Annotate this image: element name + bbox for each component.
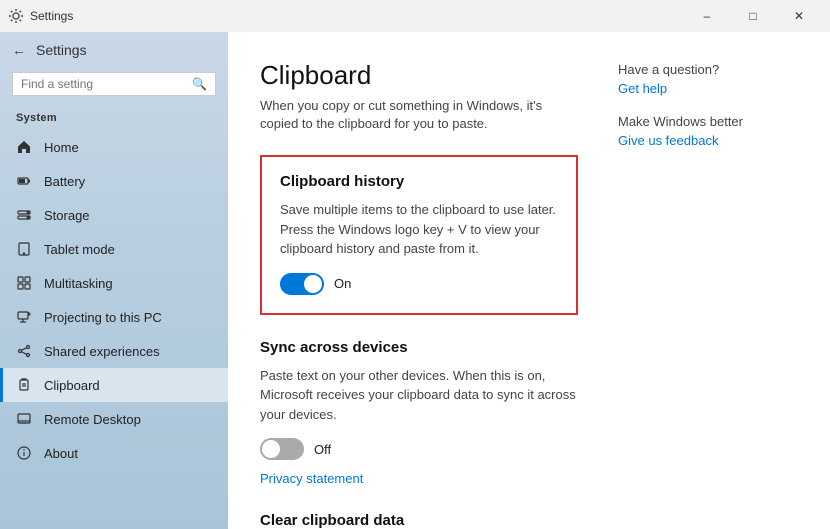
sidebar-item-shared[interactable]: Shared experiences bbox=[0, 334, 228, 368]
sidebar-item-tablet[interactable]: Tablet mode bbox=[0, 232, 228, 266]
sidebar-item-home-label: Home bbox=[44, 140, 79, 155]
history-toggle-label: On bbox=[334, 276, 351, 291]
content-main: Clipboard When you copy or cut something… bbox=[260, 60, 578, 509]
sidebar-item-home[interactable]: Home bbox=[0, 130, 228, 164]
sidebar: ← Settings 🔍 System Home Battery bbox=[0, 32, 228, 529]
content-sidebar: Have a question? Get help Make Windows b… bbox=[618, 60, 798, 509]
remote-icon bbox=[16, 411, 32, 427]
sidebar-back-button[interactable]: ← Settings bbox=[0, 32, 228, 68]
sync-desc: Paste text on your other devices. When t… bbox=[260, 366, 578, 425]
sync-toggle-label: Off bbox=[314, 442, 331, 457]
back-label: Settings bbox=[36, 42, 87, 58]
home-icon bbox=[16, 139, 32, 155]
page-title: Clipboard bbox=[260, 60, 578, 91]
title-bar-label: Settings bbox=[30, 9, 684, 23]
sidebar-item-remote-label: Remote Desktop bbox=[44, 412, 141, 427]
projecting-icon bbox=[16, 309, 32, 325]
history-toggle-row: On bbox=[280, 273, 558, 295]
sidebar-item-projecting[interactable]: Projecting to this PC bbox=[0, 300, 228, 334]
about-icon bbox=[16, 445, 32, 461]
back-arrow-icon: ← bbox=[12, 42, 26, 58]
search-box[interactable]: 🔍 bbox=[12, 72, 216, 96]
title-bar: Settings – □ ✕ bbox=[0, 0, 830, 32]
settings-icon bbox=[8, 8, 24, 24]
close-button[interactable]: ✕ bbox=[776, 0, 822, 32]
minimize-button[interactable]: – bbox=[684, 0, 730, 32]
tablet-icon bbox=[16, 241, 32, 257]
get-help-link[interactable]: Get help bbox=[618, 81, 798, 96]
page-subtitle: When you copy or cut something in Window… bbox=[260, 97, 578, 133]
sidebar-item-clipboard-label: Clipboard bbox=[44, 378, 100, 393]
help-title: Have a question? bbox=[618, 62, 798, 77]
search-input[interactable] bbox=[21, 77, 186, 91]
feedback-title: Make Windows better bbox=[618, 114, 798, 129]
battery-icon bbox=[16, 173, 32, 189]
sidebar-item-projecting-label: Projecting to this PC bbox=[44, 310, 162, 325]
app-body: ← Settings 🔍 System Home Battery bbox=[0, 32, 830, 529]
history-desc: Save multiple items to the clipboard to … bbox=[280, 200, 558, 259]
sidebar-item-battery[interactable]: Battery bbox=[0, 164, 228, 198]
sidebar-item-multitasking-label: Multitasking bbox=[44, 276, 113, 291]
sidebar-item-clipboard[interactable]: Clipboard bbox=[0, 368, 228, 402]
content-area: Clipboard When you copy or cut something… bbox=[228, 32, 830, 529]
feedback-link[interactable]: Give us feedback bbox=[618, 133, 798, 148]
history-title: Clipboard history bbox=[280, 173, 558, 190]
sidebar-item-shared-label: Shared experiences bbox=[44, 344, 160, 359]
sidebar-item-storage[interactable]: Storage bbox=[0, 198, 228, 232]
window-controls: – □ ✕ bbox=[684, 0, 822, 32]
sidebar-item-battery-label: Battery bbox=[44, 174, 85, 189]
sidebar-item-remote[interactable]: Remote Desktop bbox=[0, 402, 228, 436]
multitasking-icon bbox=[16, 275, 32, 291]
clear-section: Clear clipboard data Clear everything (e… bbox=[260, 512, 578, 529]
shared-icon bbox=[16, 343, 32, 359]
sidebar-item-multitasking[interactable]: Multitasking bbox=[0, 266, 228, 300]
sidebar-item-about[interactable]: About bbox=[0, 436, 228, 470]
history-toggle[interactable] bbox=[280, 273, 324, 295]
sync-toggle-knob bbox=[262, 440, 280, 458]
clipboard-history-box: Clipboard history Save multiple items to… bbox=[260, 155, 578, 315]
sidebar-item-storage-label: Storage bbox=[44, 208, 90, 223]
clipboard-icon bbox=[16, 377, 32, 393]
sync-toggle[interactable] bbox=[260, 438, 304, 460]
sidebar-item-about-label: About bbox=[44, 446, 78, 461]
sync-title: Sync across devices bbox=[260, 339, 578, 356]
maximize-button[interactable]: □ bbox=[730, 0, 776, 32]
storage-icon bbox=[16, 207, 32, 223]
sync-toggle-row: Off bbox=[260, 438, 578, 460]
clear-title: Clear clipboard data bbox=[260, 512, 578, 529]
search-icon: 🔍 bbox=[192, 77, 207, 91]
sidebar-section-label: System bbox=[0, 108, 228, 130]
sync-section: Sync across devices Paste text on your o… bbox=[260, 339, 578, 489]
sidebar-item-tablet-label: Tablet mode bbox=[44, 242, 115, 257]
history-toggle-knob bbox=[304, 275, 322, 293]
privacy-statement-link[interactable]: Privacy statement bbox=[260, 471, 363, 486]
